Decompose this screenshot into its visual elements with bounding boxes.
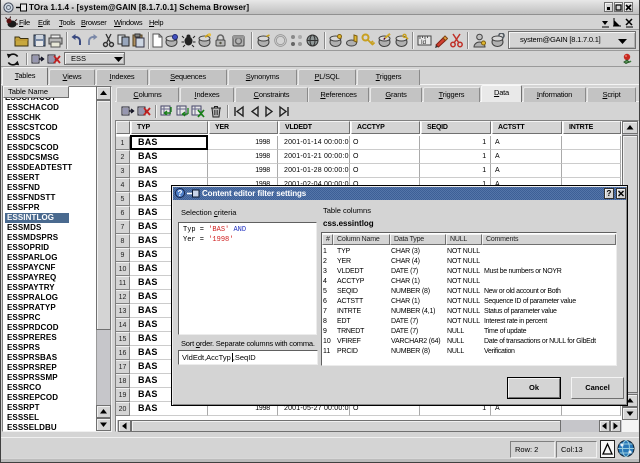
svg-text:Id: Id <box>421 40 426 46</box>
svg-text:?: ? <box>178 189 183 198</box>
